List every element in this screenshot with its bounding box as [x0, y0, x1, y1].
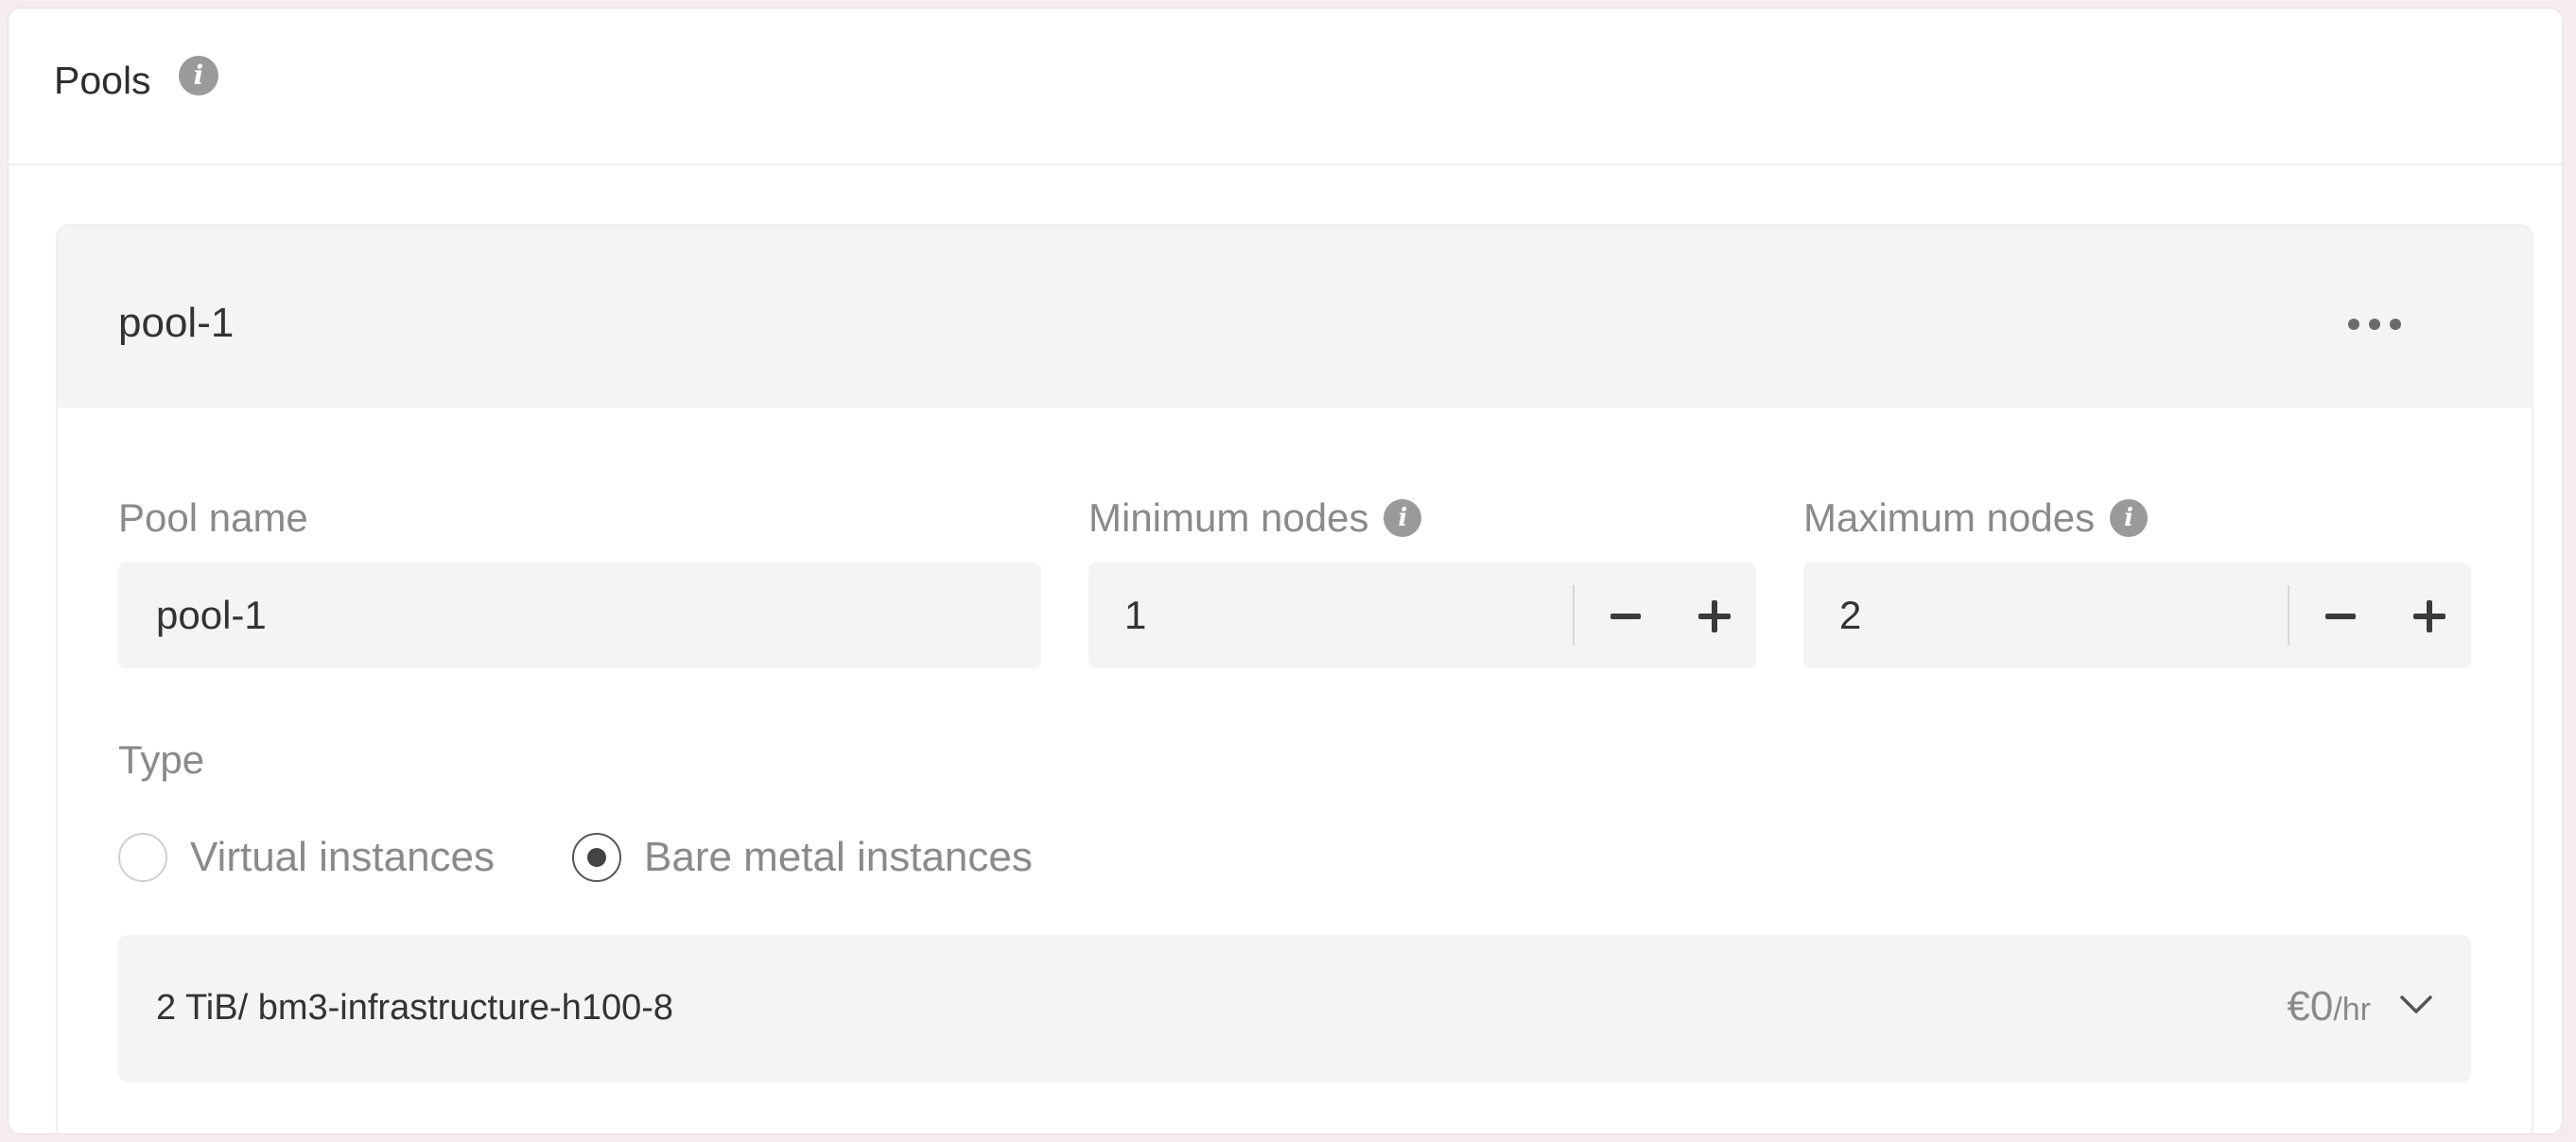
card-header: Pools i [9, 9, 2562, 165]
type-label-text: Type [118, 737, 205, 782]
min-nodes-label-text: Minimum nodes [1088, 495, 1369, 540]
pools-card: Pools i pool-1 Pool name Minimum nodes i… [8, 8, 2563, 1134]
min-nodes-stepper: 1 [1088, 562, 1756, 668]
type-label: Type [118, 736, 204, 784]
page-title: Pools [54, 59, 151, 102]
more-dot [2369, 319, 2380, 330]
max-nodes-label: Maximum nodes i [1803, 494, 2149, 542]
radio-bare-metal-instances[interactable]: Bare metal instances [572, 833, 1033, 882]
pool-panel: pool-1 Pool name Minimum nodes i 1 [56, 224, 2533, 1133]
plus-icon-vertical [2427, 600, 2432, 632]
radio-button-checked[interactable] [572, 833, 621, 882]
instance-type-value: 2 TiB/ bm3-infrastructure-h100-8 [156, 988, 674, 1028]
radio-virtual-instances[interactable]: Virtual instances [118, 833, 495, 882]
min-nodes-label: Minimum nodes i [1088, 494, 1422, 542]
more-dot [2390, 319, 2401, 330]
max-nodes-label-text: Maximum nodes [1803, 495, 2096, 540]
min-nodes-value[interactable]: 1 [1124, 562, 1146, 668]
stepper-divider [1573, 585, 1575, 646]
pool-name-label-text: Pool name [118, 495, 308, 540]
price-label: €0/hr [2287, 982, 2371, 1034]
max-nodes-increment-button[interactable] [2401, 587, 2458, 644]
instance-type-select[interactable]: 2 TiB/ bm3-infrastructure-h100-8 €0/hr [118, 935, 2471, 1082]
price-unit: /hr [2333, 992, 2371, 1028]
radio-label: Bare metal instances [644, 834, 1033, 880]
min-nodes-increment-button[interactable] [1686, 587, 1743, 644]
max-nodes-decrement-button[interactable] [2312, 587, 2369, 644]
chevron-down-icon[interactable] [2399, 992, 2433, 1018]
stepper-divider [2288, 585, 2289, 646]
plus-icon-vertical [1712, 600, 1717, 632]
pool-name-label: Pool name [118, 494, 308, 542]
max-nodes-value[interactable]: 2 [1839, 562, 1861, 668]
radio-button[interactable] [118, 833, 167, 882]
pool-header[interactable]: pool-1 [58, 226, 2532, 407]
minus-icon [1610, 614, 1641, 619]
minus-icon [2325, 614, 2356, 619]
info-icon[interactable]: i [1384, 499, 1422, 537]
pool-header-name: pool-1 [118, 300, 235, 346]
more-horizontal-icon [2348, 319, 2359, 330]
max-nodes-stepper: 2 [1803, 562, 2471, 668]
more-options-button[interactable] [2341, 302, 2409, 347]
info-icon[interactable]: i [179, 56, 218, 95]
price-value: €0 [2287, 983, 2334, 1030]
min-nodes-decrement-button[interactable] [1597, 587, 1654, 644]
pool-name-input[interactable] [118, 562, 1041, 668]
info-icon[interactable]: i [2110, 499, 2149, 537]
radio-label: Virtual instances [190, 834, 496, 880]
